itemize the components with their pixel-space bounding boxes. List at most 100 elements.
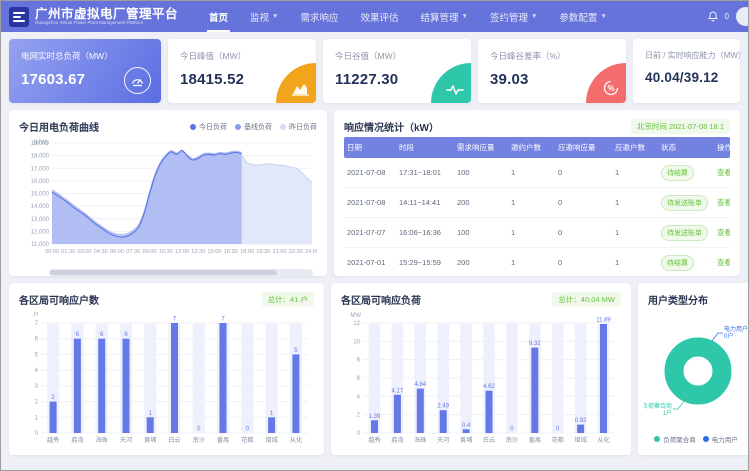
nav-item-1[interactable]: 监视▼ (239, 1, 289, 32)
chevron-down-icon: ▼ (462, 13, 468, 20)
svg-text:0: 0 (357, 431, 361, 437)
scrollbar-thumb[interactable] (50, 270, 277, 275)
legend-dot (654, 436, 660, 442)
bar-从化 (600, 324, 607, 433)
table-row: 2021-07-0817:31~18:01100101待结算查看 (344, 158, 730, 188)
bar-海珠 (98, 339, 105, 433)
bar-番禺 (531, 348, 538, 433)
svg-text:天河: 天河 (120, 436, 132, 444)
topbar: 广州市虚拟电厂管理平台 Guangzhou Virtual Power Plan… (1, 1, 748, 32)
nav-item-3[interactable]: 效果评估 (350, 1, 410, 32)
capacity-panel: 各区局可响应负荷 总计：40.04 MW MW0246810121.39越秀4.… (331, 283, 631, 455)
svg-text:从化: 从化 (597, 436, 609, 444)
kpi-card-response-capacity: 日前 / 实时响应能力（MW） 40.04/39.12 (633, 39, 740, 103)
legend-item-0[interactable]: 今日负荷 (190, 122, 227, 132)
svg-text:4.62: 4.62 (483, 384, 495, 390)
svg-text:白云: 白云 (168, 436, 180, 444)
total-badge: 总计：40.04 MW (552, 292, 621, 307)
bar-增城 (268, 417, 275, 433)
svg-text:19:30: 19:30 (256, 249, 270, 255)
bar-白云 (171, 323, 178, 433)
column-header: 时段 (396, 137, 454, 158)
legend-item-2[interactable]: 昨日负荷 (280, 122, 317, 132)
view-link[interactable]: 查看 (717, 258, 730, 267)
app-window: 广州市虚拟电厂管理平台 Guangzhou Virtual Power Plan… (0, 0, 749, 471)
households-bar-chart: 户012345672越秀6荔湾6海珠6天河1黄埔7白云0南沙7番禺0花都1增城5… (19, 310, 314, 448)
svg-text:4.84: 4.84 (414, 382, 426, 388)
svg-text:03:00: 03:00 (78, 249, 92, 255)
chevron-down-icon: ▼ (600, 13, 606, 20)
capacity-bar-chart: MW0246810121.39越秀4.17荔湾4.84海珠2.49天河0.4黄埔… (341, 310, 621, 448)
svg-text:18:00: 18:00 (240, 249, 254, 255)
svg-text:11,000: 11,000 (31, 242, 50, 248)
svg-text:6: 6 (35, 337, 39, 343)
svg-text:越秀: 越秀 (47, 436, 59, 444)
svg-text:番禺: 番禺 (529, 437, 541, 444)
svg-text:0户: 0户 (724, 332, 733, 340)
chart-scrollbar[interactable] (49, 269, 313, 276)
svg-text:19,000: 19,000 (31, 141, 50, 147)
legend-dot (703, 436, 709, 442)
svg-text:户: 户 (33, 311, 39, 319)
user-type-panel: 用户类型分布 电力用户0户负荷聚合商1户 负荷聚合商电力用户 (638, 283, 749, 455)
app-logo-icon (9, 7, 29, 27)
user-type-donut-chart: 电力用户0户负荷聚合商1户 (644, 307, 748, 433)
svg-text:10: 10 (353, 339, 360, 345)
svg-text:00:00: 00:00 (45, 249, 59, 255)
load-curve-chart: (MW)11,00012,00013,00014,00015,00016,000… (19, 137, 317, 262)
chevron-down-icon: ▼ (272, 13, 278, 20)
view-link[interactable]: 查看 (717, 168, 730, 177)
donut-legend-item-1[interactable]: 电力用户 (703, 434, 738, 444)
legend-dot (190, 124, 196, 130)
middle-row: 今日用电负荷曲线 今日负荷基线负荷昨日负荷 (MW)11,00012,00013… (9, 110, 740, 276)
bell-icon[interactable] (708, 11, 718, 22)
load-chart-legend: 今日负荷基线负荷昨日负荷 (190, 122, 317, 132)
svg-text:09:00: 09:00 (143, 249, 157, 255)
bar-荔湾 (394, 395, 401, 433)
svg-text:花都: 花都 (552, 436, 564, 444)
table-row: 2021-07-0115:29~15:59200101待结算查看 (344, 248, 730, 278)
kpi-card-peak-valley-rate: 今日峰谷差率（%） 39.03 % (478, 39, 626, 103)
svg-text:越秀: 越秀 (368, 436, 380, 444)
svg-text:7: 7 (221, 317, 225, 323)
column-header: 日期 (344, 137, 396, 158)
svg-text:24:00: 24:00 (305, 249, 317, 255)
nav-item-0[interactable]: 首页 (198, 1, 239, 32)
legend-item-1[interactable]: 基线负荷 (235, 122, 272, 132)
response-table: 日期时段需求响应量邀约户数应邀响应量应邀户数状态操作2021-07-0817:3… (344, 137, 730, 278)
donut-legend-item-0[interactable]: 负荷聚合商 (654, 434, 696, 444)
svg-text:15:00: 15:00 (208, 249, 222, 255)
bar-增城 (577, 425, 584, 433)
user-avatar[interactable] (736, 7, 748, 26)
svg-text:番禺: 番禺 (217, 437, 229, 444)
brand: 广州市虚拟电厂管理平台 Guangzhou Virtual Power Plan… (9, 7, 178, 27)
svg-text:黄埔: 黄埔 (460, 436, 472, 444)
column-header: 状态 (658, 137, 714, 158)
svg-text:12:00: 12:00 (175, 249, 189, 255)
view-link[interactable]: 查看 (717, 198, 730, 207)
nav-item-4[interactable]: 结算管理▼ (410, 1, 479, 32)
svg-text:9.32: 9.32 (529, 341, 541, 347)
view-link[interactable]: 查看 (717, 228, 730, 237)
topbar-right: 0 (708, 7, 748, 26)
svg-text:黄埔: 黄埔 (144, 436, 156, 444)
svg-text:0: 0 (35, 431, 39, 437)
status-badge: 待发送账单 (661, 195, 708, 211)
svg-text:1.39: 1.39 (369, 414, 381, 420)
svg-text:负荷聚合商: 负荷聚合商 (644, 402, 672, 410)
svg-text:荔湾: 荔湾 (391, 436, 403, 444)
nav-item-6[interactable]: 参数配置▼ (548, 1, 617, 32)
svg-text:2: 2 (357, 413, 361, 419)
svg-text:21:00: 21:00 (273, 249, 287, 255)
svg-text:1: 1 (35, 415, 39, 421)
svg-text:7: 7 (35, 321, 39, 327)
svg-text:01:30: 01:30 (61, 249, 75, 255)
legend-dot (280, 124, 286, 130)
kpi-card-today-peak: 今日峰值（MW） 18415.52 (168, 39, 316, 103)
svg-text:4: 4 (357, 394, 361, 400)
status-badge: 待结算 (661, 255, 694, 271)
bottom-row: 各区局可响应户数 总计：41 户 户012345672越秀6荔湾6海珠6天河1黄… (9, 283, 740, 455)
nav-item-2[interactable]: 需求响应 (289, 1, 349, 32)
panel-title: 今日用电负荷曲线 (19, 119, 99, 134)
nav-item-5[interactable]: 签约管理▼ (479, 1, 548, 32)
